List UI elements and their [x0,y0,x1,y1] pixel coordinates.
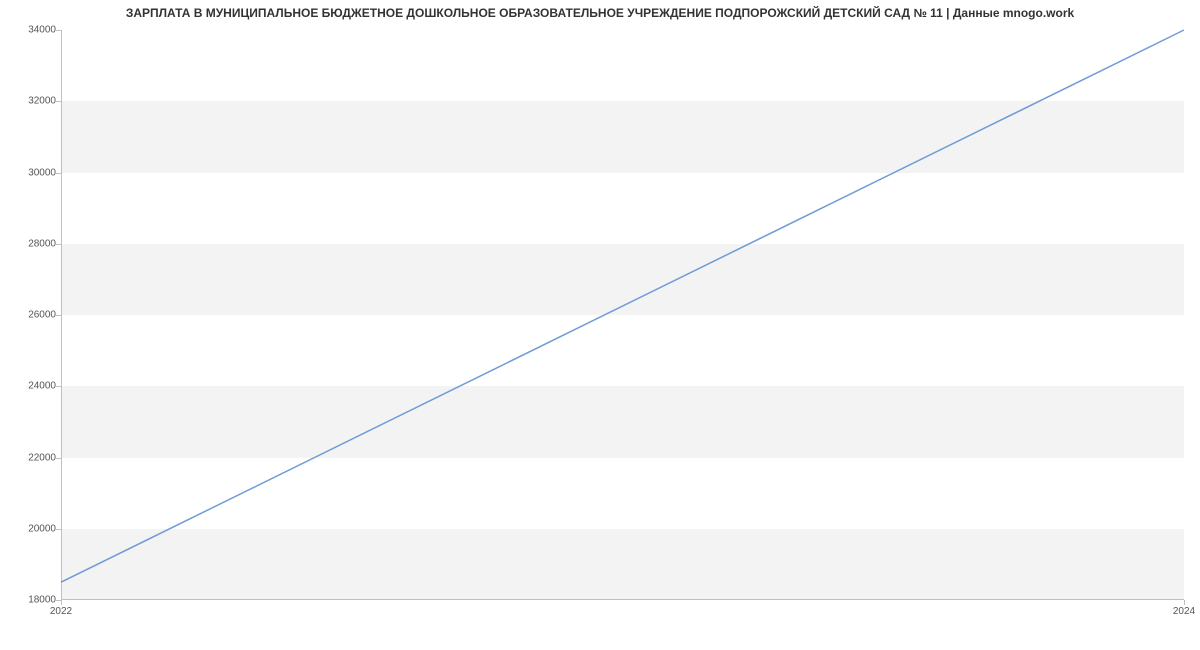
y-tick-mark [56,30,61,31]
y-tick-label: 20000 [2,523,56,534]
y-tick-label: 30000 [2,167,56,178]
y-tick-mark [56,101,61,102]
x-tick-label: 2022 [50,606,72,617]
y-tick-mark [56,315,61,316]
y-tick-mark [56,386,61,387]
y-tick-label: 18000 [2,595,56,606]
y-tick-label: 34000 [2,25,56,36]
chart-container: ЗАРПЛАТА В МУНИЦИПАЛЬНОЕ БЮДЖЕТНОЕ ДОШКО… [0,0,1200,650]
y-tick-mark [56,458,61,459]
y-tick-mark [56,173,61,174]
y-tick-label: 28000 [2,238,56,249]
x-tick-mark [1184,600,1185,605]
chart-title: ЗАРПЛАТА В МУНИЦИПАЛЬНОЕ БЮДЖЕТНОЕ ДОШКО… [0,6,1200,20]
y-tick-mark [56,244,61,245]
y-tick-label: 26000 [2,310,56,321]
plot-area [61,30,1184,600]
x-tick-mark [61,600,62,605]
y-tick-label: 24000 [2,381,56,392]
x-tick-label: 2024 [1173,606,1195,617]
y-tick-mark [56,529,61,530]
line-series [61,30,1184,600]
y-tick-label: 32000 [2,96,56,107]
y-tick-label: 22000 [2,452,56,463]
